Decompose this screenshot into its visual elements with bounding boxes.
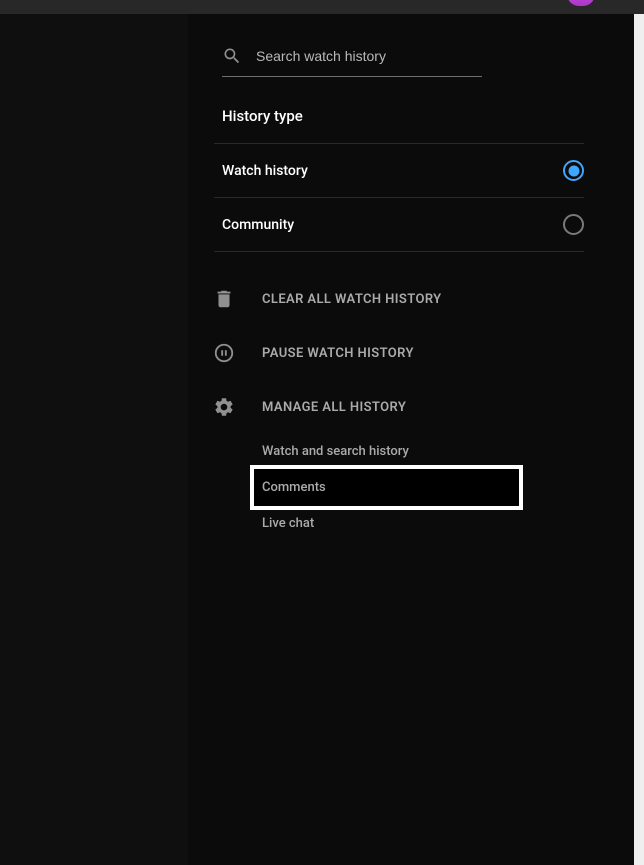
action-label: PAUSE WATCH HISTORY xyxy=(262,346,414,361)
avatar[interactable] xyxy=(567,0,595,6)
history-type-community[interactable]: Community xyxy=(222,198,584,251)
history-actions: CLEAR ALL WATCH HISTORY PAUSE WATCH HIST… xyxy=(222,278,610,541)
divider xyxy=(214,251,584,252)
manage-all-history-button[interactable]: MANAGE ALL HISTORY xyxy=(222,386,610,428)
search-icon xyxy=(222,46,242,66)
action-label: CLEAR ALL WATCH HISTORY xyxy=(262,292,442,307)
pause-icon xyxy=(222,342,244,364)
pause-watch-history-button[interactable]: PAUSE WATCH HISTORY xyxy=(222,332,610,374)
scrollbar[interactable] xyxy=(634,14,644,865)
history-settings-panel: History type Watch history Community CLE… xyxy=(188,14,634,865)
radio-label: Watch history xyxy=(222,163,308,179)
trash-icon xyxy=(222,288,244,310)
search-input[interactable] xyxy=(256,48,482,64)
sublink-watch-search-history[interactable]: Watch and search history xyxy=(262,434,610,469)
search-container xyxy=(222,40,482,77)
manage-sublinks: Watch and search history Comments Live c… xyxy=(262,434,610,541)
sublink-comments[interactable]: Comments xyxy=(254,469,519,506)
gear-icon xyxy=(222,396,244,418)
top-app-bar xyxy=(0,0,644,14)
clear-watch-history-button[interactable]: CLEAR ALL WATCH HISTORY xyxy=(222,278,610,320)
action-label: MANAGE ALL HISTORY xyxy=(262,400,406,415)
radio-selected-icon xyxy=(563,160,584,181)
history-type-watch[interactable]: Watch history xyxy=(222,144,584,197)
sublink-live-chat[interactable]: Live chat xyxy=(262,506,610,541)
radio-unselected-icon xyxy=(563,214,584,235)
radio-label: Community xyxy=(222,217,294,233)
left-panel xyxy=(0,14,188,865)
history-type-heading: History type xyxy=(222,107,610,125)
